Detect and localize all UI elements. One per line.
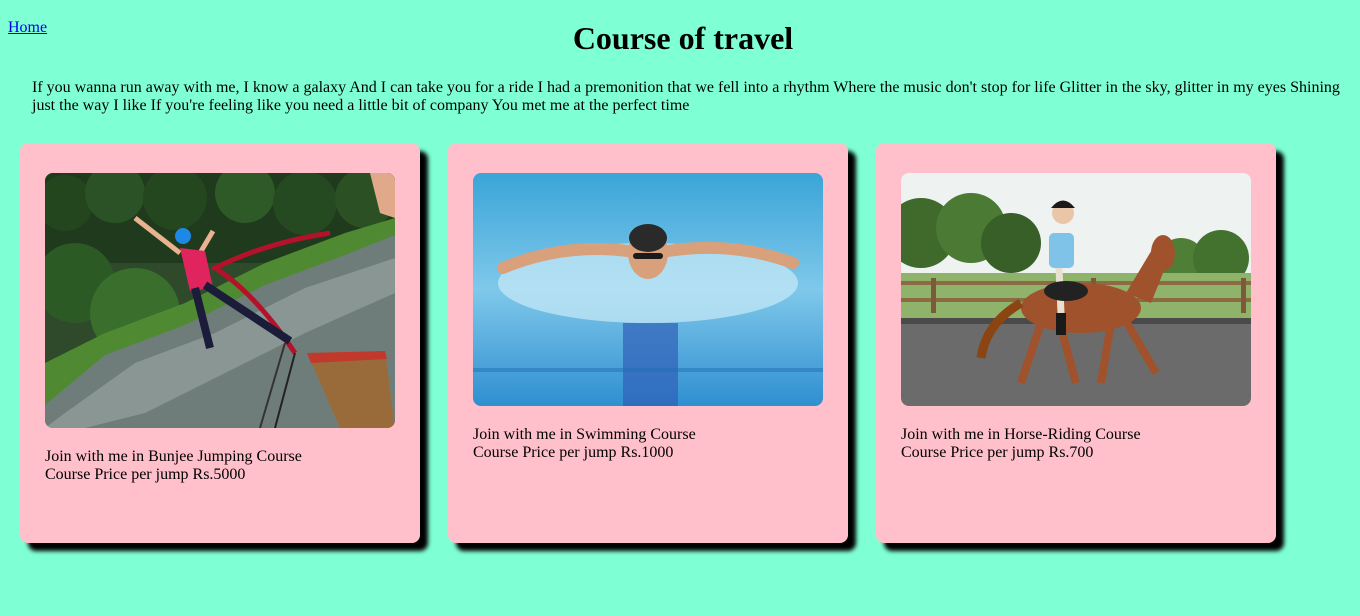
course-price: Course Price per jump Rs.1000 — [473, 444, 674, 461]
swimming-photo — [473, 173, 823, 406]
course-card-horse-riding: Join with me in Horse-Riding Course Cour… — [876, 143, 1276, 543]
course-card-bungee: Join with me in Bunjee Jumping Course Co… — [20, 143, 420, 543]
card-text: Join with me in Horse-Riding Course Cour… — [901, 426, 1141, 462]
course-title: Join with me in Swimming Course — [473, 426, 696, 443]
course-title: Join with me in Bunjee Jumping Course — [45, 448, 302, 465]
course-title: Join with me in Horse-Riding Course — [901, 426, 1141, 443]
course-card-swimming: Join with me in Swimming Course Course P… — [448, 143, 848, 543]
card-text: Join with me in Bunjee Jumping Course Co… — [45, 448, 302, 484]
course-price: Course Price per jump Rs.700 — [901, 444, 1094, 461]
bungee-jumping-photo — [45, 173, 395, 428]
page-title: Course of travel — [572, 20, 794, 56]
course-price: Course Price per jump Rs.5000 — [45, 466, 246, 483]
intro-paragraph: If you wanna run away with me, I know a … — [32, 79, 1340, 114]
horse-riding-photo — [901, 173, 1251, 406]
card-text: Join with me in Swimming Course Course P… — [473, 426, 696, 462]
